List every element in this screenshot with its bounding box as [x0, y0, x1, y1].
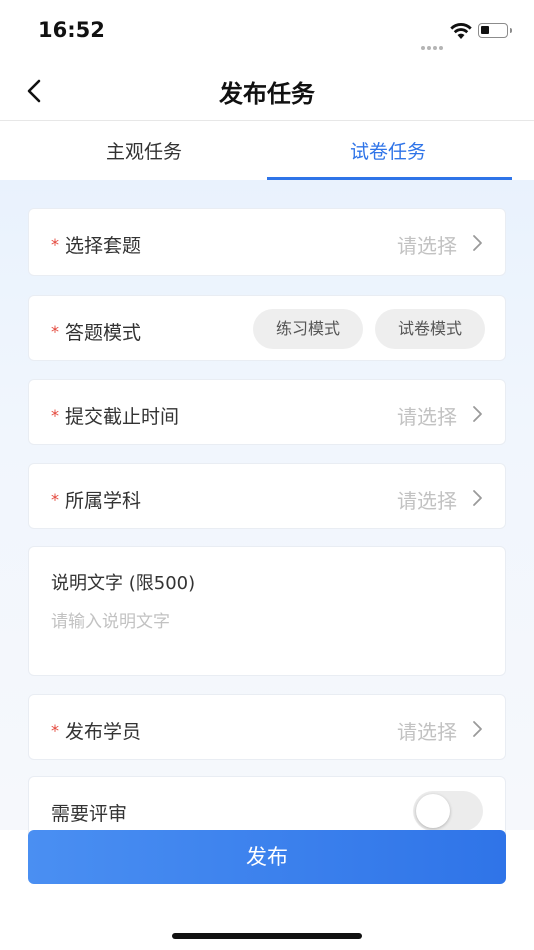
- exam-mode-button[interactable]: 试卷模式: [375, 309, 485, 349]
- students-label: * 发布学员: [51, 721, 142, 743]
- students-row[interactable]: * 发布学员 请选择: [28, 694, 506, 760]
- nav-bar: 发布任务: [0, 62, 534, 120]
- toggle-knob: [416, 794, 450, 828]
- answer-mode-row: * 答题模式 练习模式 试卷模式: [28, 295, 506, 361]
- description-input[interactable]: [51, 607, 481, 663]
- chevron-right-icon: [473, 406, 482, 422]
- description-card: 说明文字 (限500): [28, 546, 506, 676]
- status-time: 16:52: [38, 18, 105, 42]
- practice-mode-button[interactable]: 练习模式: [253, 309, 363, 349]
- publish-button[interactable]: 发布: [28, 830, 506, 884]
- required-mark: *: [51, 322, 59, 341]
- tab-subjective-task[interactable]: 主观任务: [106, 137, 182, 164]
- subject-placeholder: 请选择: [397, 489, 457, 513]
- wifi-icon: [450, 23, 472, 39]
- select-set-row[interactable]: * 选择套题 请选择: [28, 208, 506, 276]
- required-mark: *: [51, 490, 59, 509]
- answer-mode-label: * 答题模式: [51, 322, 142, 344]
- students-placeholder: 请选择: [397, 720, 457, 744]
- deadline-placeholder: 请选择: [397, 405, 457, 429]
- subject-label: * 所属学科: [51, 490, 142, 512]
- chevron-right-icon: [473, 721, 482, 737]
- page-title: 发布任务: [219, 80, 315, 108]
- required-mark: *: [51, 406, 59, 425]
- screen: 16:52 发布任务 主观任务 试卷任务 * 选择套题 请选择 * 答题模式 练…: [0, 0, 534, 950]
- select-set-label: * 选择套题: [51, 235, 142, 257]
- select-set-placeholder: 请选择: [397, 234, 457, 258]
- cellular-signal-icon: [421, 35, 445, 54]
- battery-icon: [478, 23, 512, 38]
- description-label: 说明文字 (限500): [51, 573, 196, 594]
- deadline-label: * 提交截止时间: [51, 406, 180, 428]
- review-label: 需要评审: [51, 803, 128, 825]
- deadline-row[interactable]: * 提交截止时间 请选择: [28, 379, 506, 445]
- required-mark: *: [51, 235, 59, 254]
- task-tabs: 主观任务 试卷任务: [0, 120, 534, 180]
- chevron-right-icon: [473, 490, 482, 506]
- chevron-right-icon: [473, 235, 482, 251]
- home-indicator: [172, 933, 362, 939]
- status-bar: 16:52: [0, 0, 534, 62]
- subject-row[interactable]: * 所属学科 请选择: [28, 463, 506, 529]
- required-mark: *: [51, 721, 59, 740]
- form-area: * 选择套题 请选择 * 答题模式 练习模式 试卷模式 * 提交截止时间 请选择 * 所…: [0, 180, 534, 856]
- tab-exam-task[interactable]: 试卷任务: [350, 137, 426, 164]
- review-toggle[interactable]: [413, 791, 483, 831]
